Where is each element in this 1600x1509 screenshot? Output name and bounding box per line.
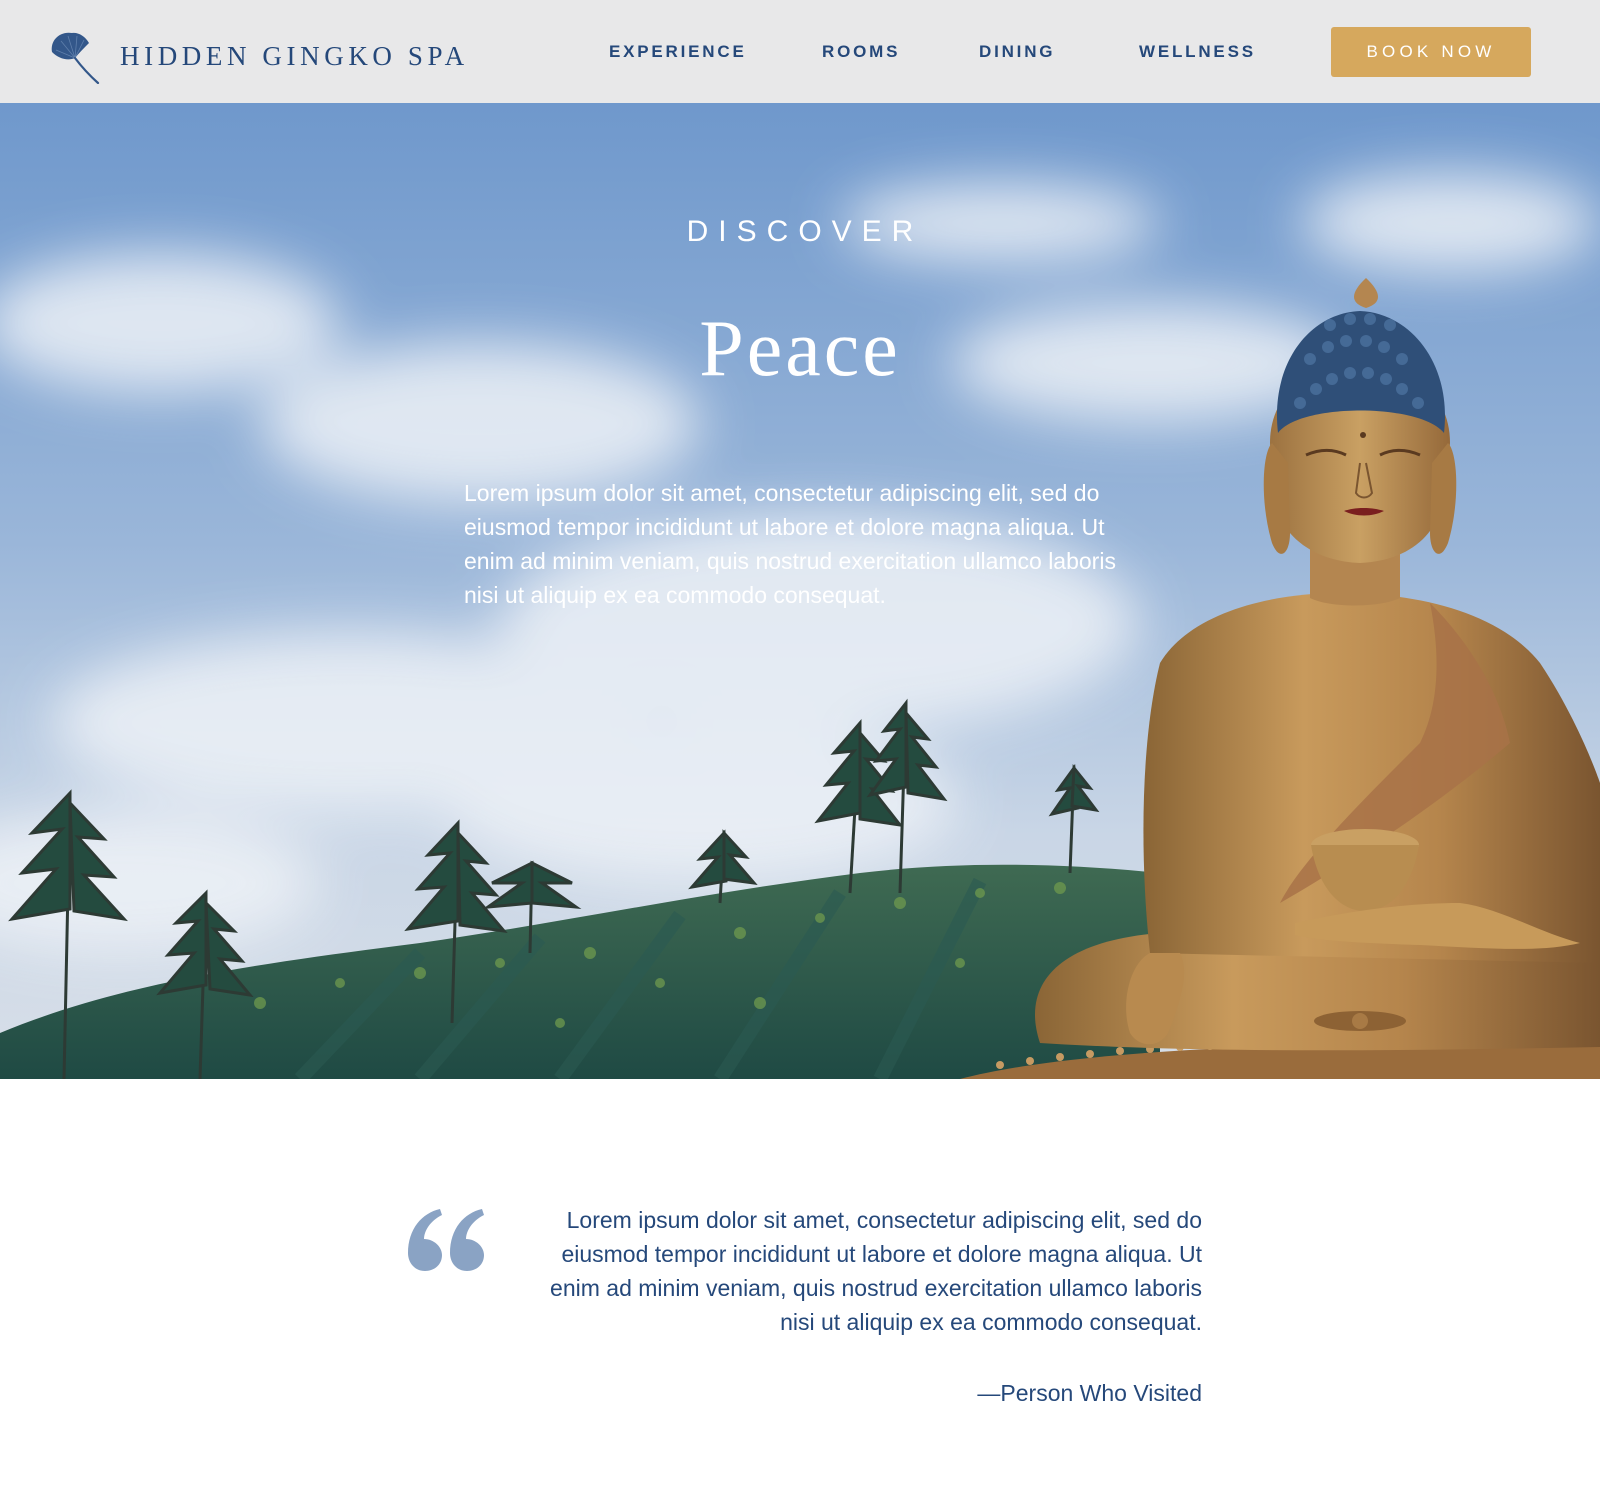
- hero-eyebrow: DISCOVER: [686, 215, 924, 248]
- nav-item-wellness[interactable]: WELLNESS: [1139, 42, 1256, 62]
- brand-logo[interactable]: HIDDEN GINGKO SPA: [48, 28, 469, 84]
- ginkgo-leaf-icon: [51, 32, 100, 84]
- testimonial-author: —Person Who Visited: [977, 1380, 1202, 1406]
- book-now-button[interactable]: BOOK NOW: [1331, 27, 1531, 77]
- hero-title: Peace: [699, 305, 901, 393]
- nav-item-rooms[interactable]: ROOMS: [822, 42, 900, 62]
- hero-description: Lorem ipsum dolor sit amet, consectetur …: [464, 480, 1116, 608]
- quote-mark-icon: [408, 1209, 484, 1271]
- hero-section: DISCOVER Peace Lorem ipsum dolor sit ame…: [0, 103, 1600, 1079]
- site-header: HIDDEN GINGKO SPA EXPERIENCE ROOMS DININ…: [0, 0, 1600, 103]
- testimonial-quote: Lorem ipsum dolor sit amet, consectetur …: [550, 1207, 1202, 1335]
- brand-name: HIDDEN GINGKO SPA: [120, 40, 469, 71]
- nav-item-dining[interactable]: DINING: [979, 42, 1055, 62]
- nav-item-experience[interactable]: EXPERIENCE: [609, 42, 747, 62]
